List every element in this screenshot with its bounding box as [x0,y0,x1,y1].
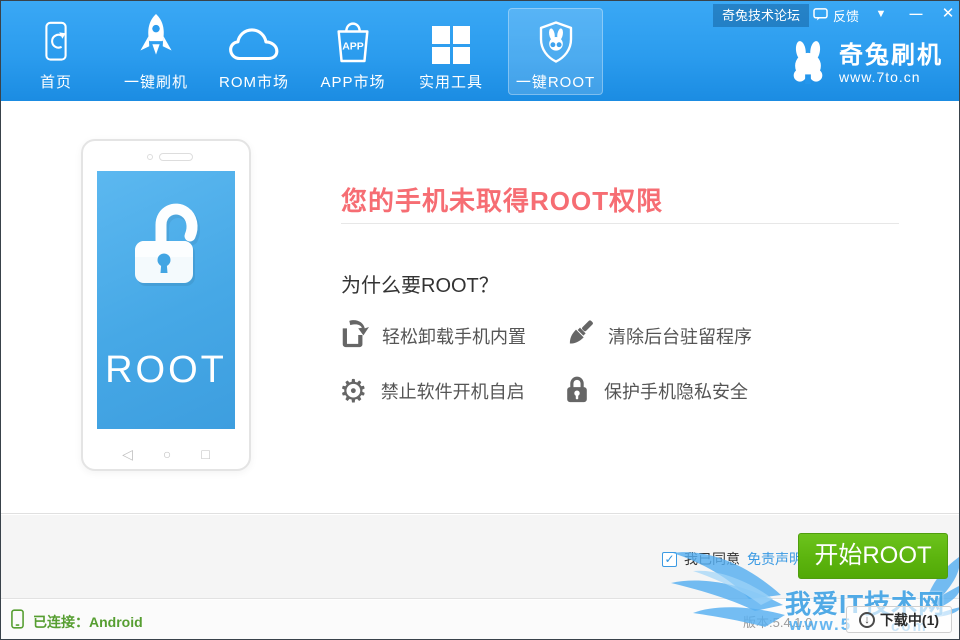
chat-bubble-icon [813,8,828,24]
lock-icon [563,373,591,410]
feature-autostart: ⚙ 禁止软件开机自启 [339,374,563,408]
brand-name: 奇兔刷机 [839,42,943,69]
nav-label: 一键刷机 [108,71,204,92]
version-label: 版本:5.4.1.0 [743,612,812,631]
start-root-button[interactable]: 开始ROOT [798,533,948,579]
feature-label: 保护手机隐私安全 [604,378,748,404]
forum-link[interactable]: 奇兔技术论坛 [713,4,809,27]
nav-label: 首页 [8,71,104,92]
feature-clean: 清除后台驻留程序 [563,319,752,353]
dropdown-button[interactable]: ▼ [866,1,896,27]
grid-icon [403,11,499,65]
disclaimer-link[interactable]: 免责声明 [747,549,803,569]
phone-home-icon: ○ [163,446,171,463]
nav-item-tools[interactable]: 实用工具 [403,11,499,95]
main-content: ROOT ◁ ○ □ 您的手机未取得ROOT权限 为什么要ROOT？ 轻松卸载手… [1,101,959,514]
header: 首页 一键刷机 ROM市场 [1,1,959,101]
nav-item-root[interactable]: 一键ROOT [508,8,603,95]
app-window: 首页 一键刷机 ROM市场 [0,0,960,640]
app-badge-text: APP [342,41,364,53]
app-bag-icon: APP [305,11,401,65]
phone-screen: ROOT [97,171,235,429]
unlock-padlock-icon [119,199,215,300]
home-refresh-icon [8,11,104,65]
download-label: 下载中(1) [880,610,939,630]
phone-speaker [159,153,193,161]
phone-recent-icon: □ [201,446,209,463]
feature-label: 禁止软件开机自启 [381,378,525,404]
nav-item-flash[interactable]: 一键刷机 [108,11,204,95]
screen-root-label: ROOT [97,349,235,392]
brush-icon [563,318,595,355]
phone-nav-buttons: ◁ ○ □ [83,446,249,463]
phone-camera-dot [147,154,153,160]
divider [341,223,899,224]
connection-status: 已连接：Android [11,609,143,634]
uninstall-icon [339,318,369,355]
brand-url: www.7to.cn [839,69,921,85]
nav-item-app-market[interactable]: APP APP市场 [305,11,401,95]
nav-item-home[interactable]: 首页 [8,11,104,95]
feedback-link[interactable]: 反馈 [813,4,859,27]
status-bar: 已连接：Android 版本:5.4.1.0 ↓ 下载中(1) [1,600,959,639]
nav-label: 一键ROOT [509,71,602,92]
connection-label: 已连接：Android [33,612,143,632]
nav-label: 实用工具 [403,71,499,92]
gear-icon: ⚙ [339,376,368,406]
cloud-icon [206,11,302,65]
feature-uninstall: 轻松卸载手机内置 [339,319,563,353]
rocket-icon [108,11,204,65]
download-status-button[interactable]: ↓ 下载中(1) [846,606,952,633]
brand: 奇兔刷机 www.7to.cn [787,39,943,90]
phone-back-icon: ◁ [122,446,133,463]
nav-label: APP市场 [305,71,401,92]
agreement-row: ✓ 我已同意 免责声明 [662,549,803,569]
feedback-label: 反馈 [833,6,859,25]
download-icon: ↓ [859,612,875,628]
phone-connected-icon [11,609,24,634]
rabbit-logo-icon [787,39,829,90]
shield-rabbit-icon [509,9,602,65]
nav-item-rom-market[interactable]: ROM市场 [206,11,302,95]
feature-label: 轻松卸载手机内置 [382,323,526,349]
phone-illustration: ROOT ◁ ○ □ [81,139,251,471]
agree-checkbox[interactable]: ✓ [662,552,677,567]
nav-label: ROM市场 [206,71,302,92]
agree-label: 我已同意 [684,549,740,569]
feature-label: 清除后台驻留程序 [608,323,752,349]
minimize-button[interactable]: — [901,1,931,27]
close-button[interactable]: ✕ [933,1,960,27]
feature-list: 轻松卸载手机内置 清除后台驻留程序 ⚙ 禁止软件开机自启 [339,319,752,408]
why-root-heading: 为什么要ROOT？ [341,269,499,298]
feature-privacy: 保护手机隐私安全 [563,374,752,408]
page-title: 您的手机未取得ROOT权限 [341,181,663,218]
action-bar: ✓ 我已同意 免责声明 开始ROOT [1,515,959,599]
